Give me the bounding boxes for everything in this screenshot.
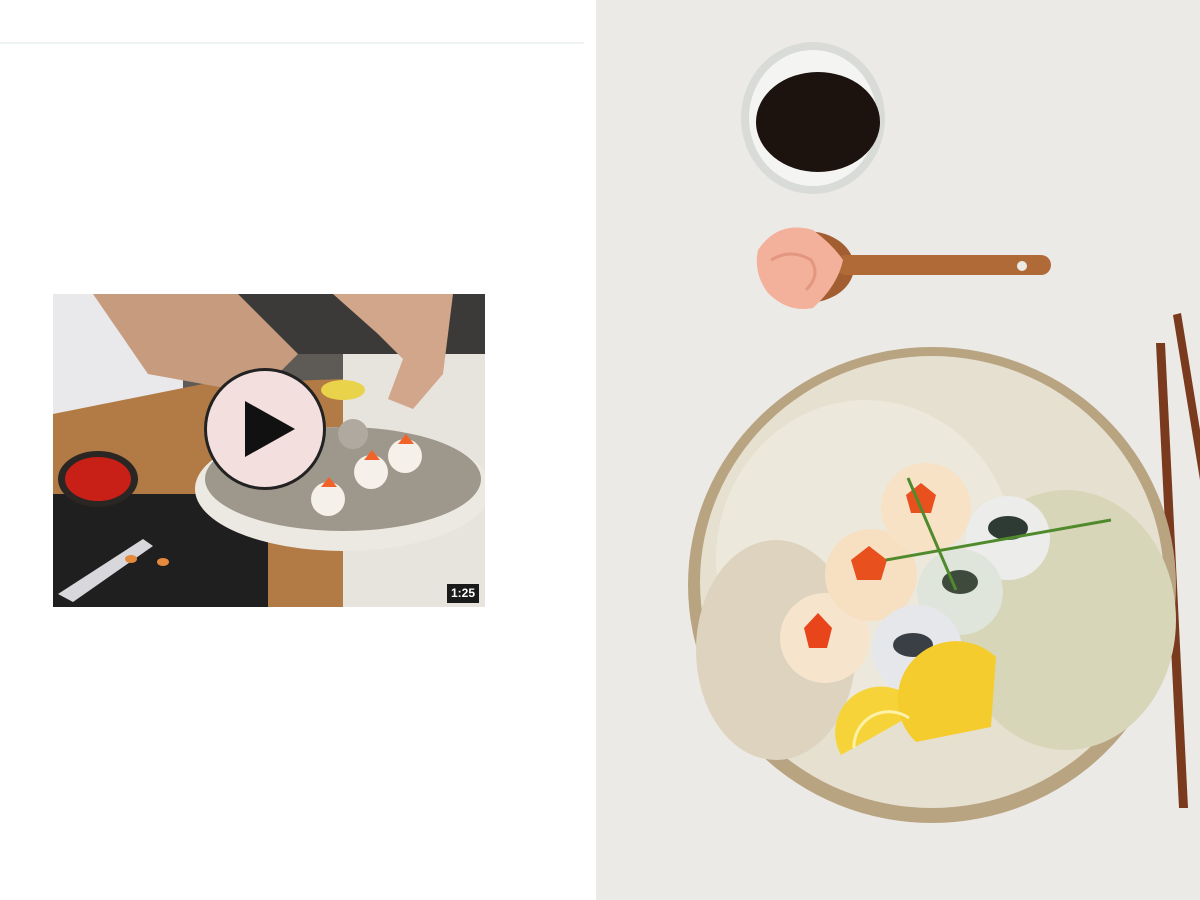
duration-badge: 1:25 bbox=[446, 584, 479, 603]
sushi-plate-image bbox=[596, 0, 1200, 900]
left-pane: 1:25 bbox=[0, 0, 596, 900]
play-button[interactable] bbox=[204, 368, 326, 490]
sushi-photo bbox=[596, 0, 1200, 900]
divider bbox=[0, 42, 584, 44]
play-icon bbox=[245, 401, 295, 457]
video-player[interactable]: 1:25 bbox=[53, 294, 485, 607]
